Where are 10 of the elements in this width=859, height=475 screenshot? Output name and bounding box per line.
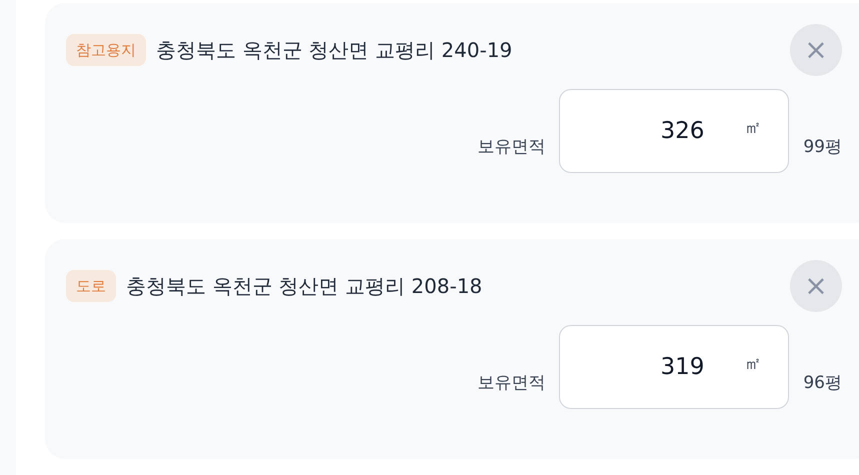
pyeong-value: 99평 xyxy=(803,136,842,158)
unit-label: ㎡ xyxy=(744,117,762,139)
parcel-address: 충청북도 옥천군 청산면 교평리 208-18 xyxy=(126,272,484,300)
unit-label: ㎡ xyxy=(744,353,762,375)
pyeong-value: 96평 xyxy=(803,372,842,394)
area-label: 보유면적 xyxy=(477,372,546,394)
category-tag: 도로 xyxy=(66,270,116,302)
category-tag: 참고용지 xyxy=(66,34,146,66)
parcel-address: 충청북도 옥천군 청산면 교평리 240-19 xyxy=(156,36,514,64)
area-label: 보유면적 xyxy=(477,136,546,158)
